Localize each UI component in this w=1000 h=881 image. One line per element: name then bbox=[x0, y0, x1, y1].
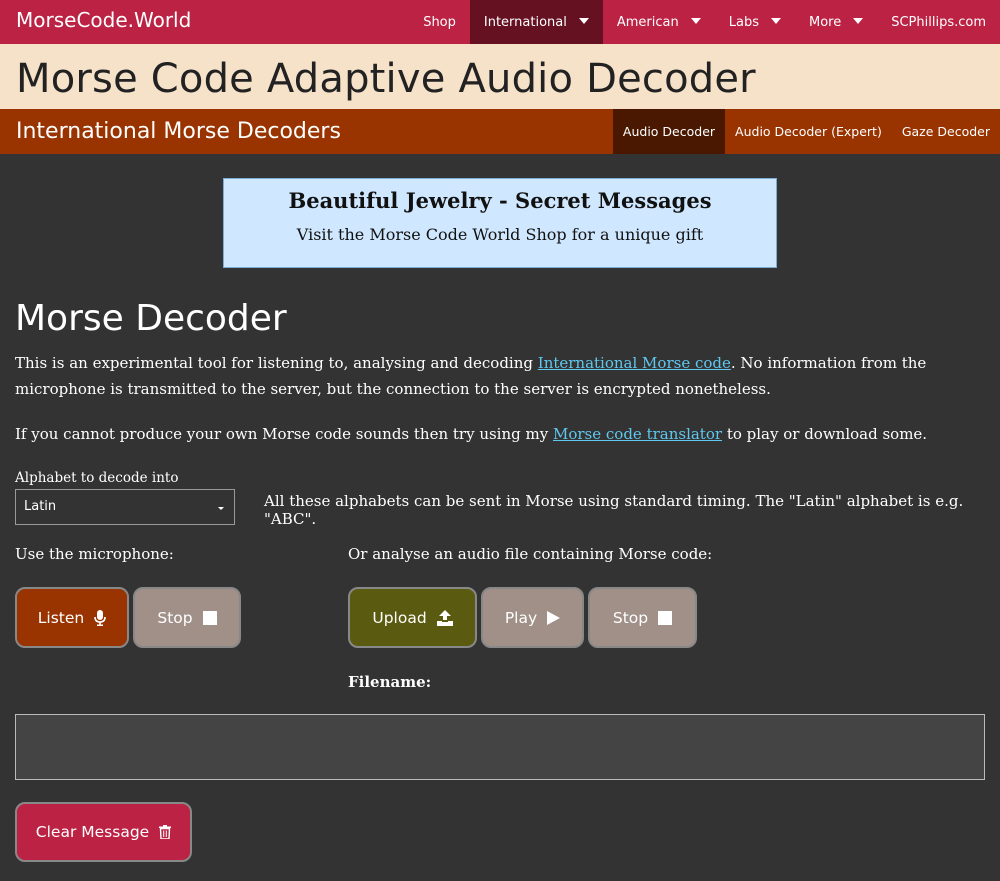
nav-item-labs[interactable]: Labs bbox=[715, 0, 795, 44]
filename-label: Filename: bbox=[348, 673, 432, 691]
nav-item-more[interactable]: More bbox=[795, 0, 877, 44]
clear-message-button[interactable]: Clear Message bbox=[15, 802, 192, 862]
clear-button-label: Clear Message bbox=[35, 823, 150, 841]
microphone-label: Use the microphone: bbox=[15, 545, 174, 563]
listen-button-label: Listen bbox=[37, 608, 85, 627]
tab-audio-decoder[interactable]: Audio Decoder bbox=[612, 109, 726, 154]
play-button[interactable]: Play bbox=[481, 587, 584, 648]
alphabet-label: Alphabet to decode into bbox=[15, 470, 179, 486]
nav-item-international[interactable]: International bbox=[469, 0, 603, 44]
translator-paragraph: If you cannot produce your own Morse cod… bbox=[15, 421, 985, 447]
nav-item-label: More bbox=[808, 14, 842, 30]
nav-item-label: International bbox=[483, 14, 567, 30]
nav-links: Shop International American Labs More SC… bbox=[409, 0, 1000, 44]
upload-button-label: Upload bbox=[372, 608, 427, 627]
alphabet-select[interactable]: Latin bbox=[15, 489, 235, 525]
upload-icon bbox=[436, 609, 453, 626]
decoded-message-box[interactable] bbox=[15, 714, 985, 780]
tab-label: Audio Decoder bbox=[622, 124, 716, 139]
stop-square-icon bbox=[202, 610, 217, 625]
nav-item-label: Shop bbox=[423, 14, 456, 30]
translator-text-rest: to play or download some. bbox=[722, 425, 928, 443]
tab-label: Audio Decoder (Expert) bbox=[735, 124, 882, 139]
ad-text: Visit the Morse Code World Shop for a un… bbox=[296, 225, 704, 244]
tab-audio-decoder-expert[interactable]: Audio Decoder (Expert) bbox=[725, 109, 892, 154]
tab-gaze-decoder[interactable]: Gaze Decoder bbox=[892, 109, 1000, 154]
intro-paragraph: This is an experimental tool for listeni… bbox=[15, 350, 985, 402]
stop-button-label: Stop bbox=[157, 608, 193, 627]
intro-text: This is an experimental tool for listeni… bbox=[15, 354, 538, 372]
caret-down-icon bbox=[770, 18, 781, 24]
caret-down-icon bbox=[853, 18, 864, 24]
chevron-down-icon bbox=[218, 507, 224, 510]
file-stop-button[interactable]: Stop bbox=[588, 587, 697, 648]
section-bar: International Morse Decoders Audio Decod… bbox=[0, 109, 1000, 154]
nav-item-scphillips[interactable]: SCPhillips.com bbox=[877, 0, 1000, 44]
caret-down-icon bbox=[690, 18, 701, 24]
ad-title: Beautiful Jewelry - Secret Messages bbox=[288, 188, 712, 213]
nav-item-label: Labs bbox=[728, 14, 759, 30]
upload-button[interactable]: Upload bbox=[348, 587, 477, 648]
site-brand[interactable]: MorseCode.World bbox=[16, 8, 191, 32]
audio-file-label: Or analyse an audio file containing Mors… bbox=[348, 545, 713, 563]
top-navbar: MorseCode.World Shop International Ameri… bbox=[0, 0, 1000, 44]
stop-button-label: Stop bbox=[612, 608, 649, 627]
trash-icon bbox=[159, 825, 172, 839]
title-banner: Morse Code Adaptive Audio Decoder bbox=[0, 44, 1000, 109]
alphabet-note: All these alphabets can be sent in Morse… bbox=[264, 492, 964, 528]
nav-item-shop[interactable]: Shop bbox=[409, 0, 470, 44]
listen-button[interactable]: Listen bbox=[15, 587, 129, 648]
shop-ad-banner[interactable]: Beautiful Jewelry - Secret Messages Visi… bbox=[223, 178, 777, 268]
decoder-heading: Morse Decoder bbox=[15, 298, 287, 339]
microphone-icon bbox=[94, 609, 107, 626]
caret-down-icon bbox=[578, 18, 589, 24]
international-morse-link[interactable]: International Morse code bbox=[538, 354, 731, 372]
translator-text: If you cannot produce your own Morse cod… bbox=[15, 425, 553, 443]
nav-item-label: American bbox=[616, 14, 679, 30]
play-triangle-icon bbox=[547, 610, 561, 625]
stop-square-icon bbox=[658, 610, 673, 625]
page-title: Morse Code Adaptive Audio Decoder bbox=[16, 56, 756, 102]
alphabet-select-value: Latin bbox=[24, 499, 57, 514]
nav-item-label: SCPhillips.com bbox=[891, 14, 986, 30]
play-button-label: Play bbox=[504, 608, 538, 627]
tab-label: Gaze Decoder bbox=[901, 124, 990, 139]
nav-item-american[interactable]: American bbox=[603, 0, 715, 44]
section-title: International Morse Decoders bbox=[16, 119, 341, 144]
section-tabs: Audio Decoder Audio Decoder (Expert) Gaz… bbox=[612, 109, 1000, 154]
translator-link[interactable]: Morse code translator bbox=[553, 425, 722, 443]
mic-stop-button[interactable]: Stop bbox=[133, 587, 241, 648]
